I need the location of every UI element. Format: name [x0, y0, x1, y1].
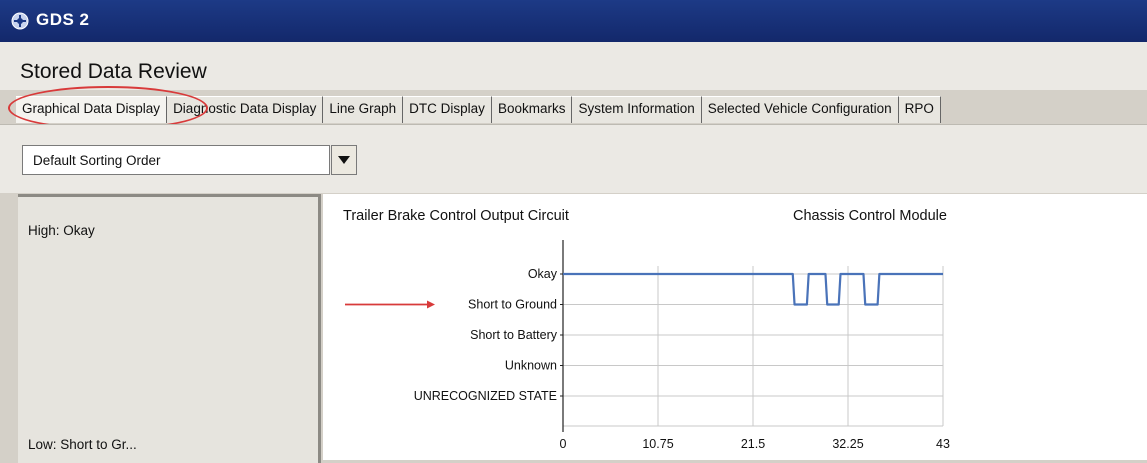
- toolbar: Default Sorting Order: [0, 124, 1147, 193]
- annotation-arrow-head: [427, 300, 435, 309]
- title-bar: GDS 2: [0, 0, 1147, 42]
- chart-area: Trailer Brake Control Output Circuit Cha…: [323, 194, 1147, 460]
- page-title: Stored Data Review: [20, 60, 207, 83]
- x-tick-label: 32.25: [832, 437, 863, 451]
- y-tick-label: Short to Battery: [470, 328, 558, 342]
- y-tick-label: UNRECOGNIZED STATE: [414, 389, 557, 403]
- x-tick-label: 43: [936, 437, 950, 451]
- window-title: GDS 2: [36, 10, 90, 29]
- chevron-down-icon: [338, 156, 350, 164]
- x-tick-label: 21.5: [741, 437, 765, 451]
- x-tick-label: 10.75: [642, 437, 673, 451]
- y-tick-label: Okay: [528, 267, 558, 281]
- page-header: Stored Data Review: [0, 42, 1147, 90]
- tab-line-graph[interactable]: Line Graph: [323, 96, 404, 123]
- low-value-label: Low: Short to Gr...: [28, 437, 137, 452]
- y-tick-label: Short to Ground: [468, 298, 557, 312]
- tab-bookmarks[interactable]: Bookmarks: [491, 96, 573, 123]
- tab-dtc-display[interactable]: DTC Display: [403, 96, 492, 123]
- tab-rpo[interactable]: RPO: [898, 96, 941, 123]
- sort-order-value: Default Sorting Order: [33, 153, 161, 168]
- app-logo-icon: [10, 11, 30, 31]
- sort-dropdown-button[interactable]: [331, 145, 357, 175]
- tab-system-information[interactable]: System Information: [572, 96, 702, 123]
- high-value-label: High: Okay: [28, 223, 95, 238]
- x-tick-label: 0: [560, 437, 567, 451]
- y-tick-label: Unknown: [505, 359, 557, 373]
- sort-order-select[interactable]: Default Sorting Order: [22, 145, 330, 175]
- value-summary-panel: High: Okay Low: Short to Gr...: [18, 194, 321, 463]
- tab-selected-vehicle-configuration[interactable]: Selected Vehicle Configuration: [701, 96, 899, 123]
- line-chart: Okay Short to Ground Short to Battery Unkno…: [345, 240, 950, 451]
